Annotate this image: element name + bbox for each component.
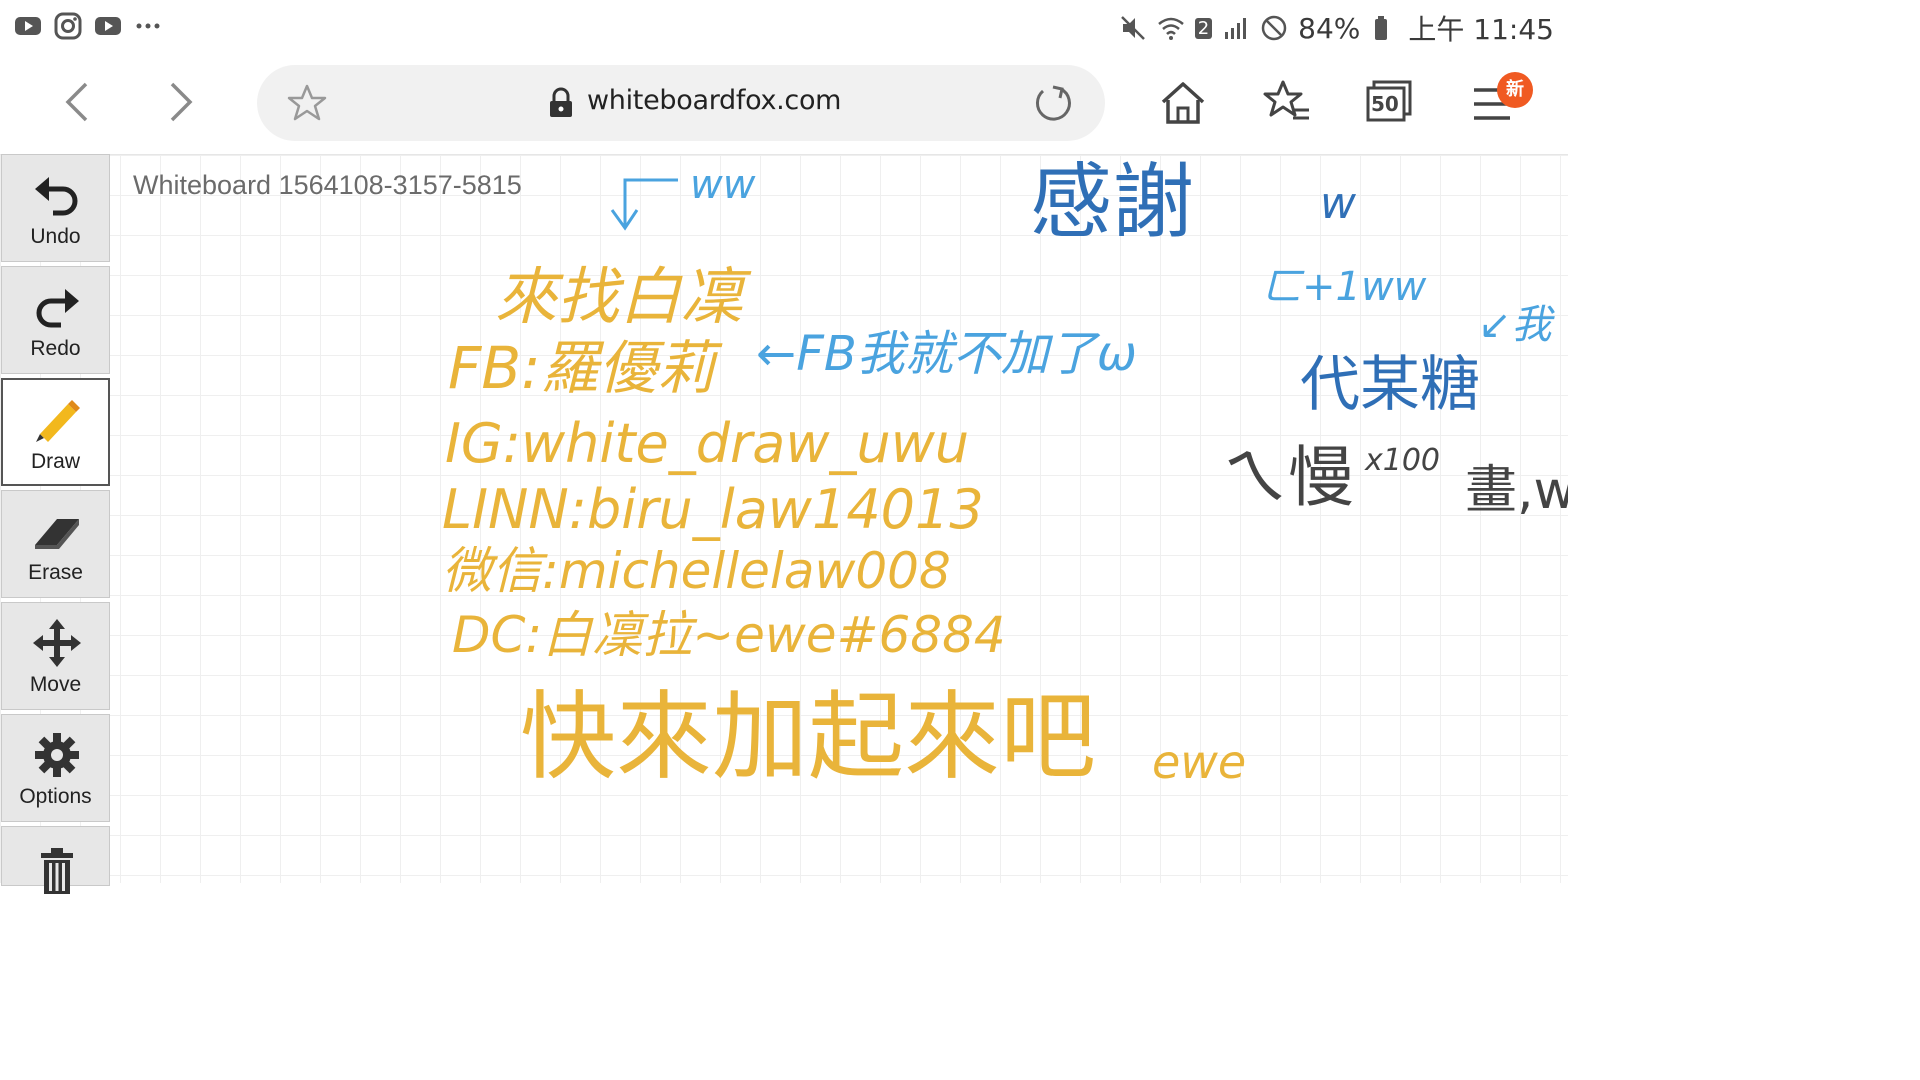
move-icon <box>33 619 81 667</box>
trash-icon <box>41 848 73 894</box>
redo-button[interactable]: Redo <box>1 266 110 374</box>
move-button[interactable]: Move <box>1 602 110 710</box>
clock: 上午 11:45 <box>1408 13 1554 46</box>
clear-button[interactable] <box>1 826 110 894</box>
options-label: Options <box>19 785 92 808</box>
erase-button[interactable]: Erase <box>1 490 110 598</box>
bookmarks-icon[interactable] <box>1257 74 1317 134</box>
url-text: whiteboardfox.com <box>587 85 842 116</box>
new-badge: 新 <box>1497 72 1533 108</box>
instagram-icon <box>54 12 82 40</box>
whiteboard-canvas[interactable] <box>0 154 1568 883</box>
browser-toolbar: whiteboardfox.com 50 新 <box>0 52 1568 154</box>
erase-label: Erase <box>28 561 83 584</box>
tabs-count: 50 <box>1371 92 1399 116</box>
status-right: 2 84% 上午 11:45 <box>1119 8 1554 48</box>
undo-button[interactable]: Undo <box>1 154 110 262</box>
lock-icon <box>550 87 572 117</box>
tabs-button[interactable]: 50 <box>1358 74 1418 134</box>
redo-icon <box>36 289 79 328</box>
wifi-badge: 2 <box>1194 17 1213 39</box>
options-button[interactable]: Options <box>1 714 110 822</box>
youtube-icon <box>95 17 121 35</box>
draw-label: Draw <box>30 450 80 473</box>
battery-percent: 84% <box>1298 11 1361 45</box>
forward-arrow-icon[interactable] <box>152 74 208 130</box>
do-not-disturb-icon <box>1261 15 1287 41</box>
gear-icon <box>35 733 79 777</box>
move-label: Move <box>29 673 82 696</box>
redo-label: Redo <box>30 337 81 360</box>
mute-icon <box>1120 16 1145 40</box>
home-icon[interactable] <box>1153 74 1213 134</box>
signal-icon <box>1225 18 1247 39</box>
status-left-icons <box>14 12 162 40</box>
pencil-icon <box>36 400 80 442</box>
back-arrow-icon[interactable] <box>50 74 106 130</box>
eraser-icon <box>35 519 79 549</box>
wifi-icon <box>1157 17 1184 40</box>
bookmark-star-icon[interactable] <box>287 83 327 123</box>
undo-label: Undo <box>30 225 81 248</box>
address-bar[interactable]: whiteboardfox.com <box>257 65 1105 141</box>
more-dots-icon <box>136 23 160 29</box>
undo-icon <box>35 177 78 216</box>
reload-icon[interactable] <box>1031 81 1075 125</box>
youtube-icon <box>15 17 41 35</box>
status-bar: 2 84% 上午 11:45 <box>0 0 1568 52</box>
tool-sidebar: Undo Redo Draw Erase Move Options <box>0 154 112 894</box>
battery-icon <box>1375 16 1388 40</box>
board-title: Whiteboard 1564108-3157-5815 <box>133 170 522 200</box>
draw-button[interactable]: Draw <box>1 378 110 486</box>
